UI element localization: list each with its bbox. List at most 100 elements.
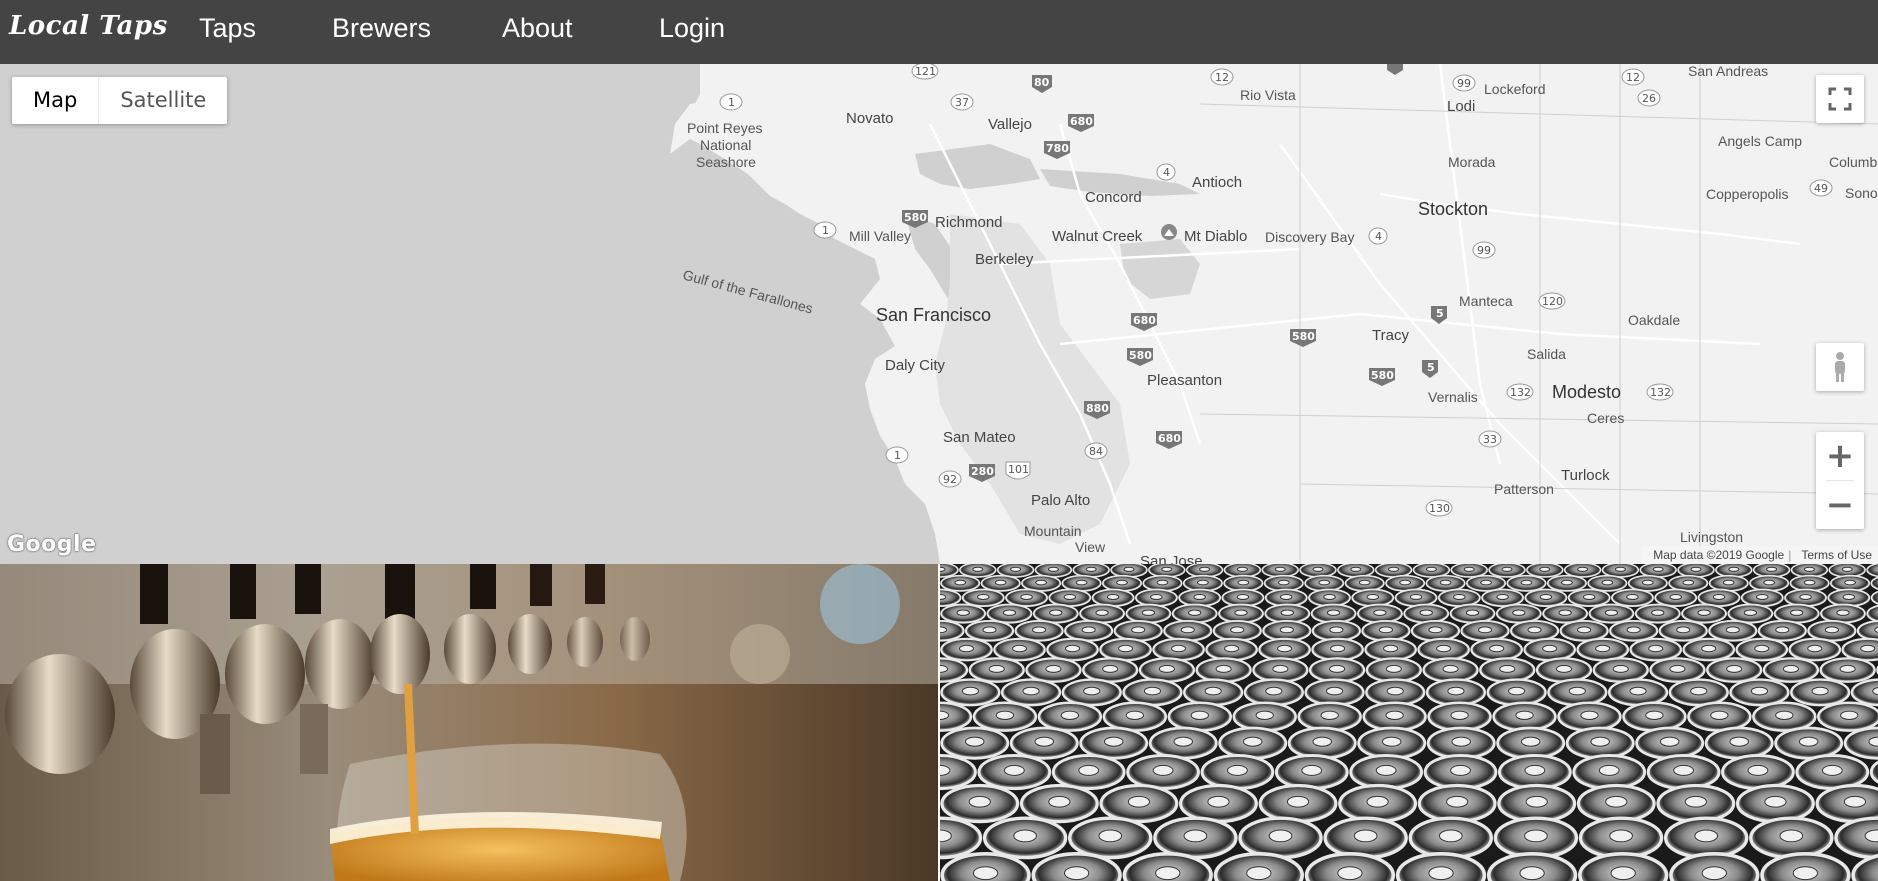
zoom-in-button[interactable]: + <box>1816 432 1864 480</box>
svg-text:5: 5 <box>1436 307 1444 320</box>
svg-text:5: 5 <box>1427 361 1435 374</box>
zoom-out-button[interactable]: − <box>1816 481 1864 529</box>
keg-valve <box>1728 566 1740 572</box>
keg-valve <box>1754 644 1770 653</box>
keg-valve <box>1428 626 1443 634</box>
keg-valve <box>1375 764 1397 776</box>
map-label-san-jose: San Jose <box>1140 553 1203 564</box>
keg-valve <box>1150 593 1163 600</box>
steel-kegs-photo <box>940 564 1878 881</box>
keg-valve <box>1060 710 1080 720</box>
keg-valve <box>1843 795 1867 808</box>
keg-valve <box>1508 686 1526 696</box>
keg-valve <box>1438 829 1463 843</box>
keg-valve <box>1383 644 1399 653</box>
keg-valve <box>1450 764 1471 776</box>
keg-valve <box>1610 866 1636 881</box>
keg-valve <box>1323 593 1336 600</box>
map-label-berkeley: Berkeley <box>975 251 1034 268</box>
map-label-san-mateo: San Mateo <box>943 429 1016 446</box>
nav-link-taps[interactable]: Taps <box>199 13 256 44</box>
map-type-control: Map Satellite <box>12 77 228 124</box>
terms-of-use-link[interactable]: Terms of Use <box>1801 548 1872 562</box>
keg-valve <box>1161 566 1173 572</box>
map-label-stockton: Stockton <box>1418 199 1488 219</box>
keg-valve <box>1035 579 1048 586</box>
route-99-icon: 99 <box>1452 74 1476 92</box>
map-label-daly-city: Daly City <box>885 357 946 374</box>
route-84-icon: 84 <box>1084 442 1108 460</box>
keg-valve <box>1063 866 1090 881</box>
keg-valve <box>1277 579 1290 586</box>
keg-valve <box>1320 710 1339 720</box>
keg-valve <box>1095 609 1109 616</box>
route-101-icon: 101 <box>1005 461 1031 480</box>
map-type-satellite-button[interactable]: Satellite <box>98 77 227 124</box>
keg-valve <box>1501 566 1513 572</box>
keg-valve <box>1034 736 1055 747</box>
google-map[interactable]: San Francisco Stockton Modesto Novato Va… <box>0 64 1878 564</box>
brand-logo[interactable]: Local Taps <box>9 11 168 41</box>
svg-text:4: 4 <box>1375 230 1382 243</box>
map-tiles[interactable]: San Francisco Stockton Modesto Novato Va… <box>0 64 1878 564</box>
keg-valve <box>1350 566 1362 572</box>
keg-valve <box>1525 795 1548 808</box>
keg-valve <box>1280 609 1294 616</box>
mountain-pin-icon[interactable] <box>1161 224 1177 240</box>
keg-valve <box>1048 795 1071 808</box>
map-label-richmond: Richmond <box>935 214 1003 231</box>
keg-valve <box>1078 764 1100 776</box>
keg-valve <box>1075 579 1088 586</box>
keg-valve <box>1171 644 1187 653</box>
keg-valve <box>1580 710 1599 720</box>
map-label-concord: Concord <box>1085 189 1142 206</box>
keg-valve <box>956 609 970 616</box>
keg-valve <box>1279 593 1293 600</box>
map-label-copperopolis: Copperopolis <box>1706 186 1789 202</box>
keg-valve <box>940 566 946 572</box>
keg-valve <box>1605 795 1628 808</box>
map-label-palo-alto: Palo Alto <box>1031 492 1090 509</box>
keg-valve <box>982 626 997 634</box>
fullscreen-button[interactable] <box>1816 75 1864 123</box>
svg-text:12: 12 <box>1215 71 1229 84</box>
keg-valve <box>1116 579 1128 586</box>
keg-valve <box>1385 710 1404 720</box>
keg-valve <box>1743 609 1758 616</box>
map-label-angels-camp: Angels Camp <box>1718 133 1802 149</box>
keg-valve <box>1682 579 1695 586</box>
street-view-button[interactable] <box>1816 343 1864 391</box>
svg-text:99: 99 <box>1477 244 1491 257</box>
google-logo[interactable]: Google <box>7 532 97 557</box>
svg-text:12: 12 <box>1626 71 1640 84</box>
keg-valve <box>1626 593 1639 600</box>
keg-valve <box>1645 710 1664 720</box>
map-label-gulf: Gulf of the Farallones <box>681 266 814 316</box>
keg-valve <box>1399 579 1412 586</box>
nav-link-login[interactable]: Login <box>659 13 725 44</box>
keg-valve <box>1489 644 1505 653</box>
keg-valve <box>1318 579 1331 586</box>
keg-valve <box>1279 626 1294 634</box>
keg-valve <box>1446 795 1469 808</box>
route-130-icon: 130 <box>1425 499 1453 517</box>
keg-valve <box>1447 686 1465 696</box>
keg-valve <box>1450 710 1469 720</box>
nav-link-brewers[interactable]: Brewers <box>332 13 431 44</box>
map-type-map-button[interactable]: Map <box>12 77 98 124</box>
keg-valve <box>1725 626 1740 634</box>
svg-text:132: 132 <box>1510 386 1531 399</box>
keg-valve <box>1821 764 1843 776</box>
keg-valve <box>1755 593 1769 600</box>
keg-valve <box>954 579 967 586</box>
keg-valve <box>1519 866 1545 881</box>
map-label-antioch: Antioch <box>1192 174 1242 191</box>
keg-valve <box>1127 795 1151 808</box>
map-label-vallejo: Vallejo <box>988 116 1032 133</box>
map-label-lodi: Lodi <box>1447 98 1475 115</box>
nav-link-about[interactable]: About <box>502 13 573 44</box>
keg-valve <box>1386 686 1404 696</box>
route-26-icon: 26 <box>1637 89 1661 107</box>
keg-valve <box>1230 626 1245 634</box>
keg-valve <box>1595 644 1611 653</box>
